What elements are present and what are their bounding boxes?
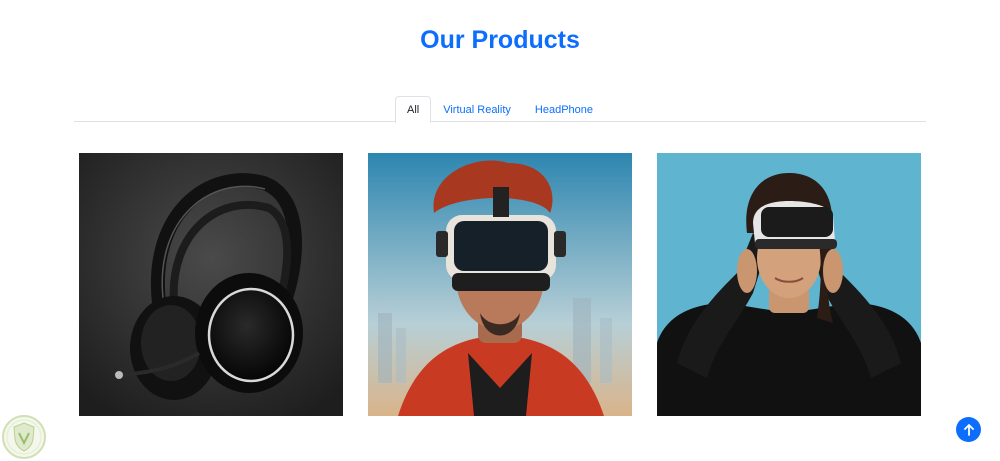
product-filter-tabs: All Virtual Reality HeadPhone xyxy=(74,95,926,123)
shield-logo-icon xyxy=(2,415,46,459)
back-to-top-button[interactable] xyxy=(956,417,981,442)
vr-headset-woman-image xyxy=(657,153,921,416)
headphones-product-image xyxy=(79,153,343,416)
page-title: Our Products xyxy=(420,26,580,54)
arrow-up-icon xyxy=(963,423,974,436)
tab-virtual-reality[interactable]: Virtual Reality xyxy=(431,96,523,123)
watermark-badge xyxy=(0,413,48,461)
product-card-headphones[interactable] xyxy=(79,153,343,416)
tab-all[interactable]: All xyxy=(394,96,432,123)
product-card-vr-man[interactable] xyxy=(368,153,632,416)
tab-headphone[interactable]: HeadPhone xyxy=(523,96,605,123)
vr-headset-man-image xyxy=(368,153,632,416)
product-card-vr-woman[interactable] xyxy=(657,153,921,416)
